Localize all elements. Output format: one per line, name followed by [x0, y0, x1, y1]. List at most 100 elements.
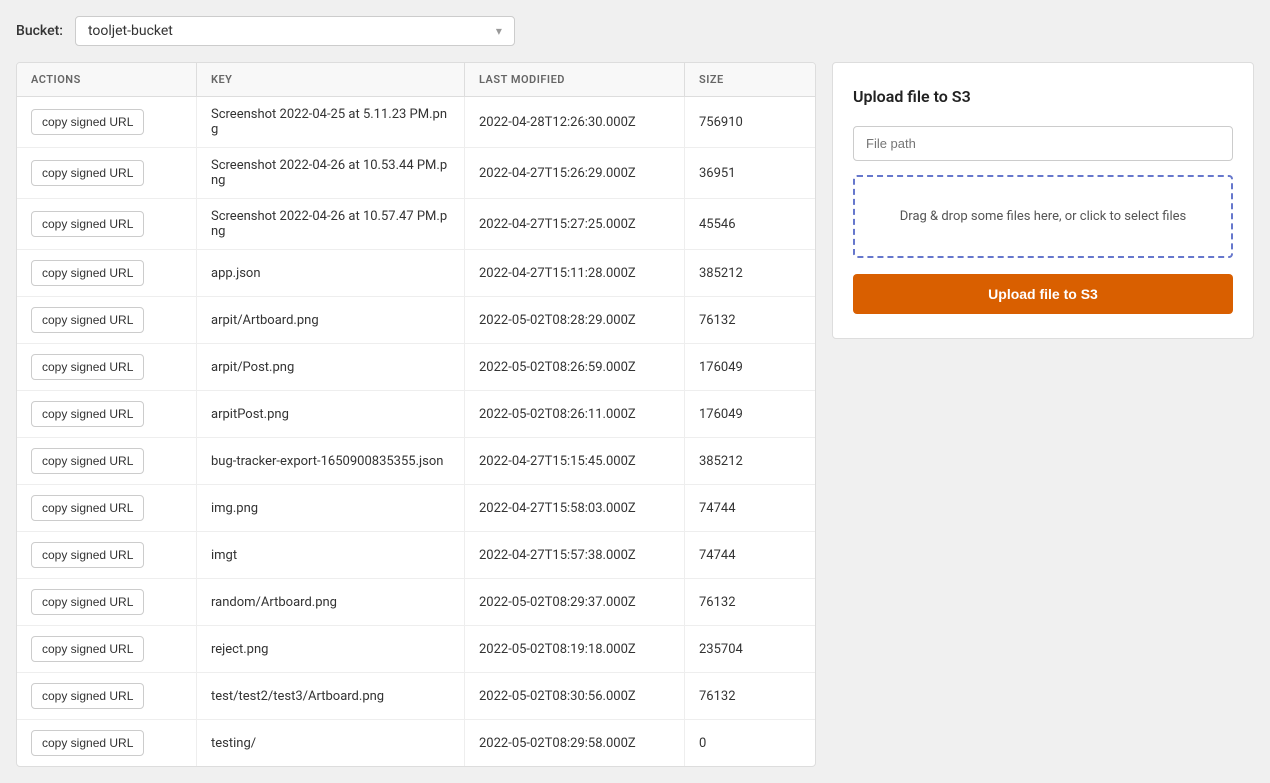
col-key: KEY: [197, 63, 465, 96]
table-row: copy signed URL Screenshot 2022-04-25 at …: [17, 97, 815, 148]
copy-signed-url-button[interactable]: copy signed URL: [31, 448, 144, 474]
chevron-down-icon: ▾: [496, 24, 502, 38]
td-size: 74744: [685, 485, 815, 531]
td-actions: copy signed URL: [17, 250, 197, 296]
col-size: SIZE: [685, 63, 815, 96]
file-path-input[interactable]: [853, 126, 1233, 161]
copy-signed-url-button[interactable]: copy signed URL: [31, 636, 144, 662]
copy-signed-url-button[interactable]: copy signed URL: [31, 260, 144, 286]
col-actions: ACTIONS: [17, 63, 197, 96]
td-size: 235704: [685, 626, 815, 672]
td-key: arpit/Artboard.png: [197, 297, 465, 343]
table-row: copy signed URL testing/2022-05-02T08:29:…: [17, 720, 815, 766]
copy-signed-url-button[interactable]: copy signed URL: [31, 730, 144, 756]
td-key: imgt: [197, 532, 465, 578]
table-row: copy signed URL random/Artboard.png2022-0…: [17, 579, 815, 626]
td-last-modified: 2022-05-02T08:26:11.000Z: [465, 391, 685, 437]
table-row: copy signed URL img.png2022-04-27T15:58:0…: [17, 485, 815, 532]
table-row: copy signed URL reject.png2022-05-02T08:1…: [17, 626, 815, 673]
td-size: 76132: [685, 579, 815, 625]
table-row: copy signed URL Screenshot 2022-04-26 at …: [17, 199, 815, 250]
td-actions: copy signed URL: [17, 97, 197, 147]
td-last-modified: 2022-04-27T15:58:03.000Z: [465, 485, 685, 531]
col-last-modified: LAST MODIFIED: [465, 63, 685, 96]
table-body: copy signed URL Screenshot 2022-04-25 at …: [17, 97, 815, 766]
bucket-label: Bucket:: [16, 23, 63, 39]
td-actions: copy signed URL: [17, 485, 197, 531]
td-actions: copy signed URL: [17, 720, 197, 766]
td-last-modified: 2022-04-27T15:26:29.000Z: [465, 148, 685, 198]
td-size: 385212: [685, 250, 815, 296]
td-last-modified: 2022-05-02T08:28:29.000Z: [465, 297, 685, 343]
copy-signed-url-button[interactable]: copy signed URL: [31, 683, 144, 709]
td-key: Screenshot 2022-04-26 at 10.57.47 PM.png: [197, 199, 465, 249]
td-size: 76132: [685, 297, 815, 343]
bucket-selected-value: tooljet-bucket: [88, 23, 173, 39]
table-row: copy signed URL arpitPost.png2022-05-02T0…: [17, 391, 815, 438]
td-size: 45546: [685, 199, 815, 249]
table-row: copy signed URL arpit/Artboard.png2022-05…: [17, 297, 815, 344]
td-actions: copy signed URL: [17, 297, 197, 343]
upload-title: Upload file to S3: [853, 87, 1233, 106]
td-last-modified: 2022-05-02T08:26:59.000Z: [465, 344, 685, 390]
td-size: 385212: [685, 438, 815, 484]
td-last-modified: 2022-05-02T08:29:37.000Z: [465, 579, 685, 625]
copy-signed-url-button[interactable]: copy signed URL: [31, 354, 144, 380]
td-key: test/test2/test3/Artboard.png: [197, 673, 465, 719]
td-key: arpitPost.png: [197, 391, 465, 437]
td-actions: copy signed URL: [17, 148, 197, 198]
table-row: copy signed URL arpit/Post.png2022-05-02T…: [17, 344, 815, 391]
td-key: img.png: [197, 485, 465, 531]
copy-signed-url-button[interactable]: copy signed URL: [31, 589, 144, 615]
td-size: 74744: [685, 532, 815, 578]
td-size: 76132: [685, 673, 815, 719]
td-last-modified: 2022-04-27T15:15:45.000Z: [465, 438, 685, 484]
copy-signed-url-button[interactable]: copy signed URL: [31, 401, 144, 427]
copy-signed-url-button[interactable]: copy signed URL: [31, 211, 144, 237]
td-actions: copy signed URL: [17, 626, 197, 672]
td-key: testing/: [197, 720, 465, 766]
td-actions: copy signed URL: [17, 391, 197, 437]
copy-signed-url-button[interactable]: copy signed URL: [31, 542, 144, 568]
td-size: 756910: [685, 97, 815, 147]
table-row: copy signed URL Screenshot 2022-04-26 at …: [17, 148, 815, 199]
td-actions: copy signed URL: [17, 532, 197, 578]
drop-zone[interactable]: Drag & drop some files here, or click to…: [853, 175, 1233, 258]
copy-signed-url-button[interactable]: copy signed URL: [31, 109, 144, 135]
td-last-modified: 2022-05-02T08:29:58.000Z: [465, 720, 685, 766]
td-key: random/Artboard.png: [197, 579, 465, 625]
td-last-modified: 2022-05-02T08:19:18.000Z: [465, 626, 685, 672]
table-row: copy signed URL test/test2/test3/Artboard…: [17, 673, 815, 720]
table-row: copy signed URL bug-tracker-export-165090…: [17, 438, 815, 485]
td-last-modified: 2022-04-27T15:27:25.000Z: [465, 199, 685, 249]
td-size: 176049: [685, 391, 815, 437]
td-last-modified: 2022-04-27T15:57:38.000Z: [465, 532, 685, 578]
upload-button[interactable]: Upload file to S3: [853, 274, 1233, 314]
td-key: reject.png: [197, 626, 465, 672]
td-key: arpit/Post.png: [197, 344, 465, 390]
td-size: 36951: [685, 148, 815, 198]
files-table: ACTIONS KEY LAST MODIFIED SIZE copy sign…: [16, 62, 816, 767]
copy-signed-url-button[interactable]: copy signed URL: [31, 160, 144, 186]
table-header: ACTIONS KEY LAST MODIFIED SIZE: [17, 63, 815, 97]
td-key: Screenshot 2022-04-25 at 5.11.23 PM.png: [197, 97, 465, 147]
table-row: copy signed URL imgt2022-04-27T15:57:38.0…: [17, 532, 815, 579]
td-actions: copy signed URL: [17, 199, 197, 249]
td-key: app.json: [197, 250, 465, 296]
td-actions: copy signed URL: [17, 438, 197, 484]
bucket-select[interactable]: tooljet-bucket ▾: [75, 16, 515, 46]
td-size: 0: [685, 720, 815, 766]
td-last-modified: 2022-04-28T12:26:30.000Z: [465, 97, 685, 147]
table-row: copy signed URL app.json2022-04-27T15:11:…: [17, 250, 815, 297]
copy-signed-url-button[interactable]: copy signed URL: [31, 307, 144, 333]
td-actions: copy signed URL: [17, 673, 197, 719]
td-key: Screenshot 2022-04-26 at 10.53.44 PM.png: [197, 148, 465, 198]
td-last-modified: 2022-04-27T15:11:28.000Z: [465, 250, 685, 296]
td-actions: copy signed URL: [17, 344, 197, 390]
td-size: 176049: [685, 344, 815, 390]
td-key: bug-tracker-export-1650900835355.json: [197, 438, 465, 484]
copy-signed-url-button[interactable]: copy signed URL: [31, 495, 144, 521]
td-last-modified: 2022-05-02T08:30:56.000Z: [465, 673, 685, 719]
upload-panel: Upload file to S3 Drag & drop some files…: [832, 62, 1254, 339]
td-actions: copy signed URL: [17, 579, 197, 625]
